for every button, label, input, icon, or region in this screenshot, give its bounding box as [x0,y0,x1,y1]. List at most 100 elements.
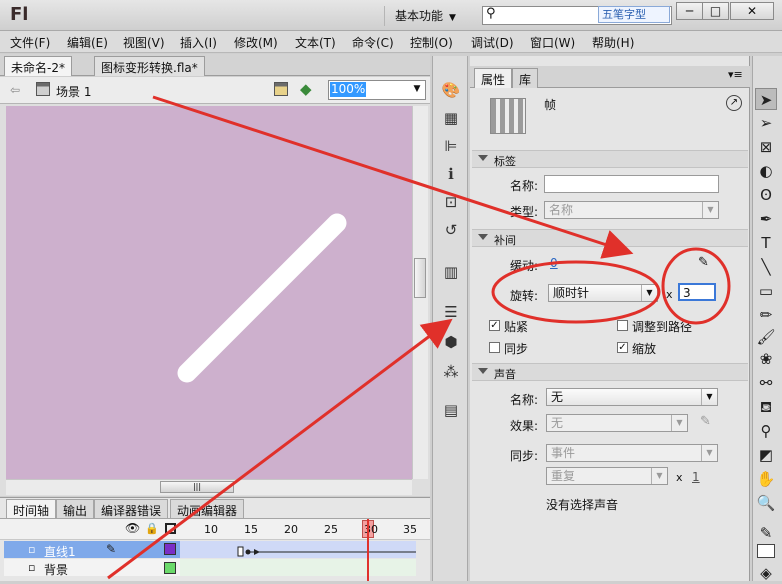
edit-envelope-pencil-icon[interactable]: ✎ [700,414,711,429]
eraser-tool-icon[interactable]: ◩ [755,444,777,466]
maximize-button[interactable]: □ [702,2,729,20]
frame-label-input[interactable] [544,175,719,193]
deco-tool-icon[interactable]: ❀ [755,348,777,370]
eye-icon[interactable]: 👁 [125,521,140,535]
align-icon[interactable]: ⊫ [441,136,461,156]
stroke-color-swatch[interactable] [757,544,775,558]
lasso-tool-icon[interactable]: ʘ [755,184,777,206]
menu-commands[interactable]: 命令(C) [352,34,394,51]
history-icon[interactable]: ↺ [441,220,461,240]
repeat-times-symbol: x [676,471,683,484]
pen-tool-icon[interactable]: ✒ [755,208,777,230]
label-type-select[interactable]: 名称 ▼ [544,201,719,219]
menu-debug[interactable]: 调试(D) [471,34,514,51]
minimize-button[interactable]: ─ [676,2,703,20]
workspace-label: 基本功能 [395,9,444,23]
help-icon[interactable]: ↗ [726,95,742,111]
sound-effect-select[interactable]: 无 ▼ [546,414,688,432]
scale-checkbox[interactable]: ✓ [617,342,628,353]
tab-properties[interactable]: 属性 [474,68,513,88]
menu-modify[interactable]: 修改(M) [234,34,278,51]
sound-sync-select[interactable]: 事件 ▼ [546,444,718,462]
paint-bucket-tool-icon[interactable]: ⛾ [755,396,777,418]
frame-number: 15 [244,523,258,536]
color-palette-icon[interactable]: 🎨 [441,80,461,100]
tab-motion-editor[interactable]: 动画编辑器 [170,499,245,518]
menu-view[interactable]: 视图(V) [123,34,165,51]
zoom-tool-icon[interactable]: 🔍 [755,492,777,514]
project-icon[interactable]: ⁂ [441,362,461,382]
chevron-down-icon: ▼ [701,389,717,405]
ease-value[interactable]: 0 [550,256,558,270]
transform-icon[interactable]: ⊡ [441,192,461,212]
sound-effect-value: 无 [551,416,564,430]
bone-tool-icon[interactable]: ⚯ [755,372,777,394]
back-arrow-icon[interactable]: ⇦ [10,83,20,97]
sound-name-select[interactable]: 无 ▼ [546,388,718,406]
snap-checkbox[interactable]: ✓ [489,320,500,331]
tab-output[interactable]: 输出 [56,499,95,518]
stroke-color-icon[interactable]: ✎ [755,522,777,544]
library-icon[interactable]: ▥ [441,262,461,282]
rotate-select[interactable]: 顺时针 ▼ [548,284,658,302]
tab-timeline[interactable]: 时间轴 [6,499,57,518]
sound-sync-value: 事件 [551,446,576,460]
lock-icon[interactable]: 🔒 [145,522,159,535]
close-button[interactable]: ✕ [730,2,774,20]
vertical-scroll-thumb[interactable] [414,258,426,298]
tab-library[interactable]: 库 [512,68,539,88]
layer-color-swatch[interactable] [164,562,176,574]
edit-scene-icon[interactable] [274,82,288,96]
layer-name[interactable]: 背景 [44,561,68,578]
zoom-value: 100% [330,82,366,97]
horizontal-scroll-thumb[interactable]: ||| [160,481,234,493]
free-transform-tool-icon[interactable]: ⊠ [755,136,777,158]
section-tween-header[interactable]: 补间 [472,229,748,247]
pencil-tool-icon[interactable]: ✏ [755,304,777,326]
menu-window[interactable]: 窗口(W) [530,34,575,51]
sound-name-value: 无 [551,390,564,404]
section-label-header[interactable]: 标签 [472,150,748,168]
text-tool-icon[interactable]: T [755,232,777,254]
white-line-shape[interactable] [177,213,347,383]
menu-file[interactable]: 文件(F) [10,34,50,51]
tab-compiler-errors[interactable]: 编译器错误 [94,499,169,518]
menu-control[interactable]: 控制(O) [410,34,453,51]
sound-sync-label: 同步: [510,449,539,463]
swatches-icon[interactable]: ▦ [441,108,461,128]
menu-edit[interactable]: 编辑(E) [67,34,108,51]
outline-icon[interactable] [165,523,176,534]
chevron-down-icon [478,155,488,161]
doc-tab-untitled[interactable]: 未命名-2* [4,56,72,76]
brush-tool-icon[interactable]: 🖌 [755,326,777,348]
components-icon[interactable]: ☰ [441,302,461,322]
sync-checkbox[interactable] [489,342,500,353]
hand-tool-icon[interactable]: ✋ [755,468,777,490]
eyedropper-tool-icon[interactable]: ⚲ [755,420,777,442]
menu-insert[interactable]: 插入(I) [180,34,217,51]
section-sound-header[interactable]: 声音 [472,363,748,381]
panel-menu-icon[interactable]: ▾≡ [728,68,743,81]
rectangle-tool-icon[interactable]: ▭ [755,280,777,302]
edit-symbol-icon[interactable]: ◆ [300,80,312,98]
info-icon[interactable]: ℹ [441,164,461,184]
menu-text[interactable]: 文本(T) [295,34,336,51]
chevron-down-icon: ▼ [449,13,456,23]
layer-color-swatch[interactable] [164,543,176,555]
3d-rotation-tool-icon[interactable]: ◐ [755,160,777,182]
doc-tab-icon-morph[interactable]: 图标变形转换.fla* [94,56,205,76]
frame-number: 35 [403,523,417,536]
subselection-tool-icon[interactable]: ➢ [755,112,777,134]
motion-presets-icon[interactable]: ⬢ [441,332,461,352]
line-tool-icon[interactable]: ╲ [755,256,777,278]
workspace-switcher[interactable]: 基本功能 ▼ [384,6,474,26]
selection-tool-icon[interactable]: ➤ [755,88,777,110]
movie-explorer-icon[interactable]: ▤ [441,400,461,420]
repeat-count[interactable]: 1 [692,470,700,484]
edit-ease-pencil-icon[interactable]: ✎ [698,255,709,270]
sound-repeat-select[interactable]: 重复 ▼ [546,467,668,485]
menu-help[interactable]: 帮助(H) [592,34,634,51]
orient-to-path-checkbox[interactable] [617,320,628,331]
layer-name[interactable]: 直线1 [44,543,76,560]
rotation-count-input[interactable]: 3 [678,283,716,301]
